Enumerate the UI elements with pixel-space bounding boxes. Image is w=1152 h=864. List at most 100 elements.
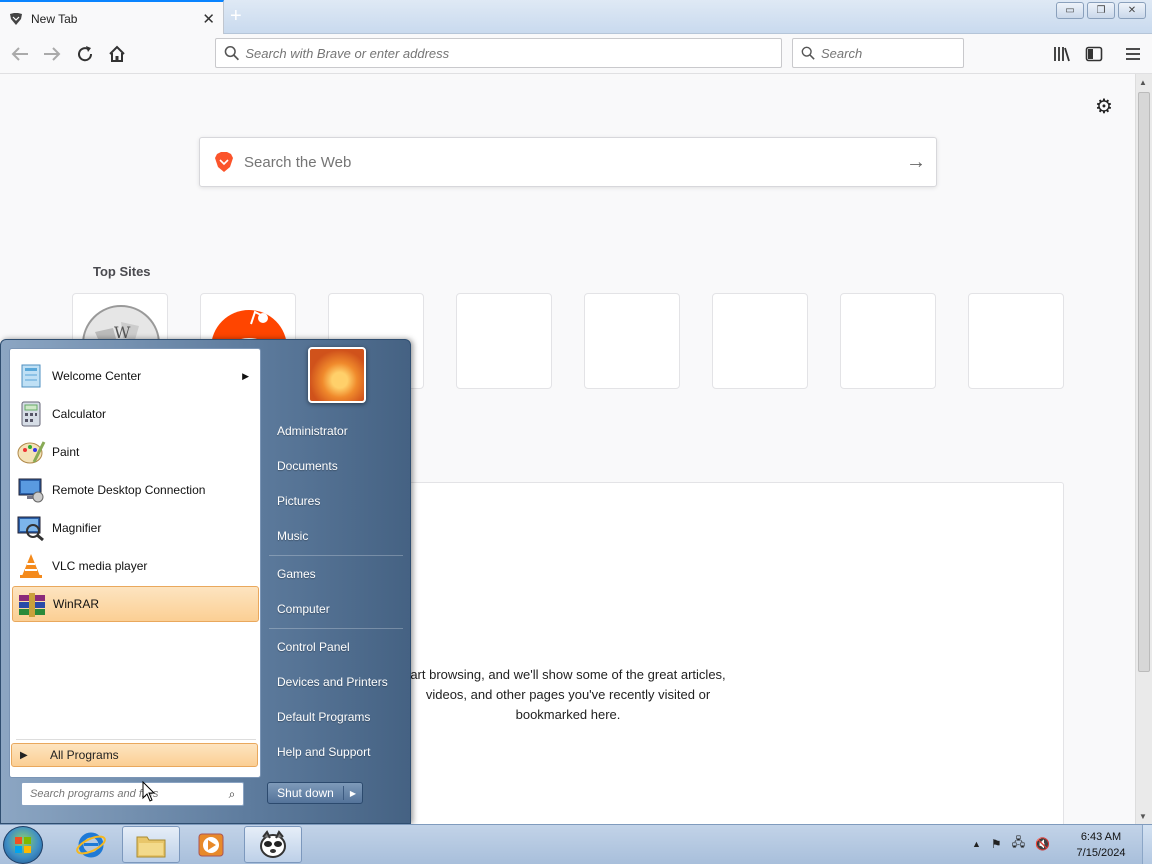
program-item-remote-desktop[interactable]: Remote Desktop Connection [12,472,259,508]
program-label: Welcome Center [52,369,142,383]
top-site-tile-empty[interactable] [712,293,808,389]
winrar-icon [19,593,45,617]
system-tray: ▲ ⚑ 🖧 🔇 [972,833,1050,854]
hamburger-menu-icon[interactable] [1121,43,1145,65]
taskbar: ▲ ⚑ 🖧 🔇 6:43 AM 7/15/2024 [0,824,1152,864]
program-label: WinRAR [53,597,100,611]
program-item-winrar[interactable]: WinRAR [12,586,259,622]
program-label: VLC media player [52,559,148,573]
home-icon[interactable] [105,43,129,65]
start-link-label: Pictures [277,494,321,508]
start-link-label: Control Panel [277,640,350,654]
tab-new-tab[interactable]: New Tab ✕ [0,0,224,35]
start-link-games[interactable]: Games [269,559,407,589]
library-icon[interactable] [1050,43,1074,65]
start-link-pictures[interactable]: Pictures [269,486,407,516]
taskbar-internet-explorer[interactable] [62,826,120,863]
navigation-toolbar [0,34,1152,74]
search-icon[interactable]: ⌕ [221,787,243,802]
scroll-down-icon[interactable]: ▼ [1139,812,1147,821]
paint-icon [17,441,46,464]
program-label: Magnifier [52,521,102,535]
program-item-paint[interactable]: Paint [12,434,259,470]
shutdown-button[interactable]: Shut down ▶ [267,782,363,804]
show-desktop-button[interactable] [1142,825,1152,864]
action-center-flag-icon[interactable]: ⚑ [991,837,1002,851]
start-link-control-panel[interactable]: Control Panel [269,632,407,662]
start-link-label: Music [277,529,309,543]
calculator-icon [21,401,41,427]
program-item-calculator[interactable]: Calculator [12,396,259,432]
search-input[interactable] [821,45,963,61]
highlights-panel: art browsing, and we'll show some of the… [300,482,1064,827]
all-programs-button[interactable]: ▶ All Programs [11,743,258,767]
start-link-music[interactable]: Music [269,521,407,551]
start-link-documents[interactable]: Documents [269,451,407,481]
address-input[interactable] [245,45,781,61]
program-label: Calculator [52,407,107,421]
search-icon [801,46,815,60]
forward-arrow-icon[interactable] [40,43,64,65]
start-link-default-programs[interactable]: Default Programs [269,702,407,732]
taskbar-clock[interactable]: 6:43 AM 7/15/2024 [1068,829,1134,861]
user-account-picture[interactable] [308,347,366,403]
start-search-box[interactable]: ⌕ [21,782,244,806]
new-tab-plus-icon[interactable]: + [230,5,242,28]
taskbar-brave-browser[interactable] [244,826,302,863]
start-links-separator [269,628,403,629]
minimize-button[interactable]: ▭ [1056,2,1084,19]
volume-muted-icon[interactable]: 🔇 [1035,837,1050,851]
top-site-tile-empty[interactable] [456,293,552,389]
magnifier-icon [17,516,44,542]
mouse-cursor-icon [142,781,156,802]
show-hidden-icons-icon[interactable]: ▲ [972,839,981,849]
top-site-tile-empty[interactable] [968,293,1064,389]
top-site-tile-empty[interactable] [840,293,936,389]
media-player-icon [198,833,224,856]
close-window-button[interactable]: ✕ [1118,2,1146,19]
tab-close-icon[interactable]: ✕ [202,10,215,28]
start-link-devices-printers[interactable]: Devices and Printers [269,667,407,697]
program-item-welcome-center[interactable]: Welcome Center ▶ [12,358,259,394]
clock-date: 7/15/2024 [1076,847,1126,859]
reload-icon[interactable] [73,43,97,65]
programs-separator [16,739,256,740]
gear-icon[interactable]: ⚙ [1095,94,1113,119]
brave-browser-icon [260,829,286,858]
start-button-windows-icon[interactable] [3,826,43,864]
web-search-box[interactable]: → [199,137,937,187]
program-item-vlc[interactable]: VLC media player [12,548,259,584]
start-link-label: Default Programs [277,710,371,724]
start-link-label: Administrator [277,424,348,438]
program-label: Paint [52,445,80,459]
back-arrow-icon[interactable] [8,43,32,65]
arrow-right-icon[interactable]: → [896,151,936,174]
welcome-center-icon [21,364,41,388]
internet-explorer-icon [76,832,106,857]
web-search-input[interactable] [244,153,896,171]
sidebar-toggle-icon[interactable] [1082,43,1106,65]
start-link-computer[interactable]: Computer [269,594,407,624]
program-item-magnifier[interactable]: Magnifier [12,510,259,546]
shutdown-options-arrow-icon[interactable]: ▶ [344,789,362,798]
network-icon[interactable]: 🖧 [1012,833,1025,854]
brave-lion-icon [10,12,22,25]
start-link-label: Computer [277,602,330,616]
search-bar[interactable] [792,38,964,68]
address-bar[interactable] [215,38,782,68]
page-scrollbar[interactable]: ▲ ▼ [1135,74,1152,824]
restore-button[interactable]: ❐ [1087,2,1115,19]
windows-explorer-icon [136,836,166,857]
taskbar-windows-explorer[interactable] [122,826,180,863]
scroll-up-icon[interactable]: ▲ [1139,78,1147,87]
top-site-tile-empty[interactable] [584,293,680,389]
start-link-label: Devices and Printers [277,675,388,689]
search-icon [224,45,240,61]
start-link-administrator[interactable]: Administrator [269,416,407,446]
scrollbar-thumb[interactable] [1138,92,1150,672]
submenu-arrow-icon[interactable]: ▶ [242,371,249,382]
start-link-help-support[interactable]: Help and Support [269,737,407,767]
taskbar-media-player[interactable] [182,826,240,863]
start-search-input[interactable] [30,788,221,800]
start-link-label: Documents [277,459,338,473]
